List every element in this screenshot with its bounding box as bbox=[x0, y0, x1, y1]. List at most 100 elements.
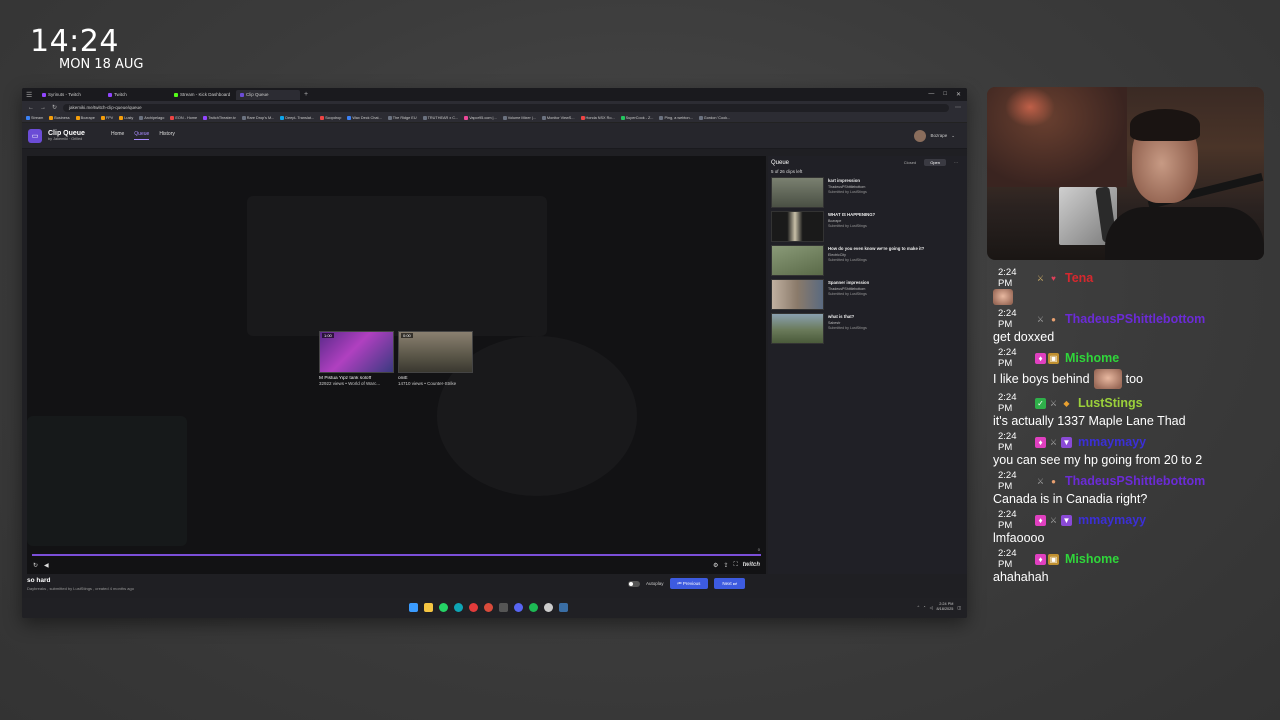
browser-tab[interactable]: Twitch bbox=[104, 90, 168, 100]
twitch-logo[interactable]: twitch bbox=[743, 562, 760, 568]
queue-open-option[interactable]: Open bbox=[924, 159, 946, 166]
chat-username[interactable]: Mishome bbox=[1065, 552, 1119, 566]
taskbar-clock[interactable]: 2:24 PM 8/18/2025 bbox=[937, 602, 954, 612]
network-icon[interactable]: ◔ bbox=[923, 605, 925, 609]
tab-menu-icon[interactable]: ☰ bbox=[26, 91, 36, 99]
tray-chevron-icon[interactable]: ^ bbox=[917, 605, 919, 609]
bookmark-item[interactable]: Monitor ViewS... bbox=[541, 116, 575, 120]
reload-icon[interactable]: ↻ bbox=[52, 104, 57, 111]
bookmark-item[interactable]: Bozrape bbox=[75, 116, 95, 120]
volume-icon[interactable]: ◀ bbox=[44, 562, 49, 569]
bookmark-item[interactable]: Stream bbox=[26, 116, 43, 120]
bookmark-item[interactable]: EON - Home bbox=[170, 116, 197, 120]
bookmark-label: Monitor ViewS... bbox=[546, 116, 575, 120]
back-icon[interactable]: ← bbox=[28, 105, 34, 111]
nav-history[interactable]: History bbox=[159, 131, 175, 140]
browser-tab[interactable]: Stream - Kick Dashboard bbox=[170, 90, 234, 100]
bookmarks-bar: Stream Business Bozrape FPV Lusty Archip… bbox=[22, 114, 967, 123]
webcam-light bbox=[1005, 87, 1055, 127]
clip-meta: Daybreaks , submitted by LustStings , cr… bbox=[27, 586, 134, 591]
minimize-icon[interactable]: — bbox=[928, 91, 934, 98]
previous-button[interactable]: ⏮ Previous bbox=[669, 578, 709, 589]
bookmark-item[interactable]: TRUTHEAR x C... bbox=[422, 116, 458, 120]
settings-icon[interactable]: ⚙ bbox=[713, 562, 718, 569]
nav-queue[interactable]: Queue bbox=[134, 131, 150, 140]
bookmark-label: Volume Mixer |... bbox=[507, 116, 536, 120]
chat-username[interactable]: ThadeusPShittlebottom bbox=[1065, 312, 1205, 326]
whatsapp-icon[interactable] bbox=[439, 603, 448, 612]
queue-item[interactable]: kart impression ThadeusPShittlebottom Su… bbox=[771, 177, 964, 209]
endcard[interactable]: 0:00 oniE 14710 views • Counter-Strike bbox=[398, 331, 473, 386]
address-bar: ← → ↻ jakemiki.me/twitch-clip-queue/queu… bbox=[22, 101, 967, 114]
chat-username[interactable]: Tena bbox=[1065, 271, 1093, 285]
app-subtitle: by Jakemiki · Grilled bbox=[48, 137, 83, 141]
forward-icon[interactable]: → bbox=[40, 105, 46, 111]
url-field[interactable]: jakemiki.me/twitch-clip-queue/queue bbox=[63, 103, 949, 112]
queue-item[interactable]: what is that? Sabestr Submitted by LustS… bbox=[771, 313, 964, 345]
progress-bar[interactable] bbox=[32, 554, 761, 556]
bookmark-item[interactable]: The Ridge EU bbox=[387, 116, 417, 120]
app-icon[interactable] bbox=[544, 603, 553, 612]
fullscreen-icon[interactable]: ⛶ bbox=[733, 562, 737, 569]
endcard[interactable]: 1:00 M Pistua Yipz tank soloff 32922 vie… bbox=[319, 331, 394, 386]
spotify-icon[interactable] bbox=[529, 603, 538, 612]
chat-username[interactable]: mmaymayy bbox=[1078, 435, 1146, 449]
queue-item-title: Spanner impression bbox=[828, 280, 870, 285]
queue-item[interactable]: How do you even know we're going to make… bbox=[771, 245, 964, 277]
bookmark-item[interactable]: TwitchTheater.tv bbox=[203, 116, 236, 120]
queue-item[interactable]: WHAT IS HAPPENING? Bozrape Submitted by … bbox=[771, 211, 964, 243]
bookmark-item[interactable]: Archipelago bbox=[139, 116, 164, 120]
bookmark-item[interactable]: FPV bbox=[100, 116, 113, 120]
more-icon[interactable]: ⋯ bbox=[948, 159, 964, 166]
next-button[interactable]: Next ⏭ bbox=[714, 578, 745, 589]
queue-item[interactable]: Spanner impression ThadeusPShittlebottom… bbox=[771, 279, 964, 311]
cat-badge-icon: ▼ bbox=[1061, 436, 1072, 448]
chat-message: 2:24 PM ⚔ ● ThadeusPShittlebottom get do… bbox=[993, 308, 1273, 344]
bookmark-item[interactable]: Business bbox=[49, 116, 70, 120]
chat-username[interactable]: LustStings bbox=[1078, 396, 1143, 410]
chrome-icon[interactable] bbox=[484, 603, 493, 612]
user-menu[interactable]: Bozrape ⌄ bbox=[914, 129, 961, 142]
queue-closed-option[interactable]: Closed bbox=[898, 159, 922, 166]
bookmark-item[interactable]: Ping, a webton... bbox=[659, 116, 693, 120]
video-player[interactable]: 1:00 M Pistua Yipz tank soloff 32922 vie… bbox=[27, 156, 766, 574]
bookmark-item[interactable]: Vapor95.com |... bbox=[464, 116, 497, 120]
maximize-icon[interactable]: □ bbox=[943, 91, 947, 98]
share-icon[interactable]: ⇪ bbox=[723, 562, 728, 569]
chat-username[interactable]: ThadeusPShittlebottom bbox=[1065, 474, 1205, 488]
chat-time: 2:24 PM bbox=[998, 347, 1017, 369]
autoplay-toggle[interactable] bbox=[628, 580, 640, 587]
replay-icon[interactable]: ↻ bbox=[33, 562, 38, 569]
notification-icon[interactable]: ◫ bbox=[957, 605, 961, 610]
close-icon[interactable]: ✕ bbox=[956, 91, 961, 98]
chat-username[interactable]: Mishome bbox=[1065, 351, 1119, 365]
new-tab-icon[interactable]: + bbox=[304, 91, 308, 98]
chat-username[interactable]: mmaymayy bbox=[1078, 513, 1146, 527]
start-icon[interactable] bbox=[409, 603, 418, 612]
bookmark-item[interactable]: Lusty bbox=[119, 116, 133, 120]
box-badge-icon: ▣ bbox=[1048, 553, 1059, 565]
steam-icon[interactable] bbox=[559, 603, 568, 612]
nav-home[interactable]: Home bbox=[111, 131, 124, 140]
bookmark-label: Archipelago bbox=[144, 116, 165, 120]
bookmark-label: Gordon 'Cook... bbox=[703, 116, 731, 120]
chat-message: 2:24 PM ✓ ⚔ ◆ LustStings it's actually 1… bbox=[993, 392, 1273, 428]
bookmark-item[interactable]: Scopdrop bbox=[320, 116, 341, 120]
bookmark-item[interactable]: Rare Drop's M... bbox=[241, 116, 274, 120]
bookmark-item[interactable]: Volume Mixer |... bbox=[502, 116, 536, 120]
app-icon[interactable] bbox=[499, 603, 508, 612]
discord-icon[interactable] bbox=[514, 603, 523, 612]
file-explorer-icon[interactable] bbox=[424, 603, 433, 612]
extensions-icon[interactable]: ⋯ bbox=[955, 104, 961, 111]
queue-item-submitter: Submitted by LustStings bbox=[828, 190, 867, 194]
bookmark-item[interactable]: Gordon 'Cook... bbox=[698, 116, 731, 120]
bookmark-item[interactable]: Honda NSX Ro... bbox=[580, 116, 615, 120]
bookmark-item[interactable]: DeepL Translat... bbox=[280, 116, 314, 120]
browser-tab[interactable]: Syrinuts - Twitch bbox=[38, 90, 102, 100]
edge-icon[interactable] bbox=[454, 603, 463, 612]
app-icon[interactable] bbox=[469, 603, 478, 612]
bookmark-item[interactable]: SuperCook - Z... bbox=[620, 116, 653, 120]
bookmark-item[interactable]: Wax Deck Chat... bbox=[347, 116, 382, 120]
volume-tray-icon[interactable]: ◁ bbox=[930, 605, 933, 610]
browser-tab-active[interactable]: Clip Queue bbox=[236, 89, 300, 100]
